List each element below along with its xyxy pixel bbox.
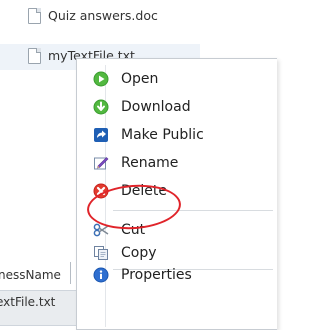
document-file-icon (28, 8, 41, 24)
menu-item-label: Properties (121, 267, 192, 283)
menu-item-label: Download (121, 99, 191, 115)
menu-item-label: Copy (121, 245, 157, 261)
file-name: Quiz answers.doc (48, 8, 158, 23)
menu-item-open[interactable]: Open (77, 65, 277, 93)
file-row[interactable]: Quiz answers.doc (0, 4, 276, 30)
menu-item-make-public[interactable]: Make Public (77, 121, 277, 149)
menu-item-label: Open (121, 71, 159, 87)
download-icon (93, 99, 109, 115)
text-file-icon (28, 48, 41, 64)
rename-icon (94, 157, 109, 170)
column-header[interactable]: nessName (0, 268, 61, 282)
menu-item-properties[interactable]: Properties (77, 261, 277, 289)
column-divider[interactable] (70, 262, 71, 284)
properties-icon (93, 267, 109, 283)
menu-item-download[interactable]: Download (77, 93, 277, 121)
menu-item-label: Make Public (121, 127, 204, 143)
menu-item-label: Rename (121, 155, 179, 171)
copy-icon (94, 246, 108, 260)
open-icon (93, 71, 109, 87)
menu-item-rename[interactable]: Rename (77, 149, 277, 177)
table-cell[interactable]: extFile.txt (0, 295, 55, 309)
make-public-icon (94, 128, 108, 142)
